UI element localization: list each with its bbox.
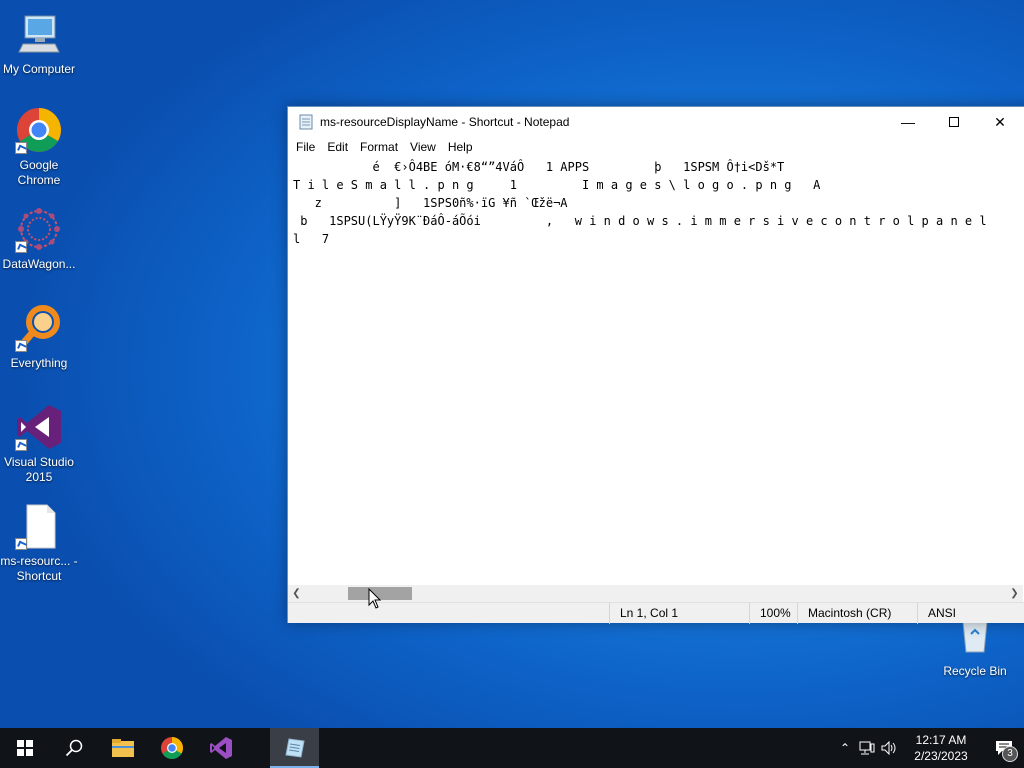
- start-icon: [16, 740, 33, 756]
- desktop-icon-my-computer[interactable]: My Computer: [0, 10, 78, 77]
- everything-search-icon: [15, 304, 63, 352]
- horizontal-scrollbar[interactable]: ❮ ❯: [288, 585, 1023, 602]
- menu-help[interactable]: Help: [442, 140, 479, 154]
- clock-date: 2/23/2023: [914, 749, 968, 763]
- shortcut-arrow-icon: [15, 439, 27, 451]
- desktop-icon-visual-studio[interactable]: Visual Studio 2015: [0, 403, 78, 485]
- desktop-icon-label: ms-resourc... - Shortcut: [0, 554, 78, 583]
- scroll-left-icon[interactable]: ❮: [288, 585, 305, 602]
- menu-edit[interactable]: Edit: [321, 140, 354, 154]
- notepad-icon: [284, 738, 305, 758]
- notepad-icon: [299, 114, 313, 130]
- show-hidden-icons-button[interactable]: ⌃: [834, 728, 856, 768]
- visual-studio-icon: [209, 737, 232, 759]
- desktop-icon-ms-resource-shortcut[interactable]: ms-resourc... - Shortcut: [0, 502, 78, 584]
- action-center-button[interactable]: 3: [984, 728, 1024, 768]
- network-icon: [859, 741, 875, 755]
- desktop-icon-label: Recycle Bin: [943, 664, 1007, 678]
- chevron-up-icon: ⌃: [839, 741, 851, 755]
- system-tray: ⌃ 12:17 AM 2/23/2023 3: [834, 728, 1024, 768]
- status-line-ending: Macintosh (CR): [797, 603, 917, 624]
- desktop-icon-label: Google Chrome: [17, 158, 61, 187]
- close-icon: ✕: [994, 113, 1006, 130]
- menu-bar: File Edit Format View Help: [288, 137, 1024, 157]
- maximize-button[interactable]: [931, 107, 977, 137]
- search-button[interactable]: [49, 728, 98, 768]
- mouse-cursor-icon: [368, 588, 382, 609]
- menu-file[interactable]: File: [290, 140, 321, 154]
- desktop-icon-label: DataWagon...: [2, 257, 76, 271]
- volume-button[interactable]: [878, 728, 900, 768]
- taskbar-file-explorer[interactable]: [98, 728, 147, 768]
- status-zoom: 100%: [749, 603, 797, 624]
- shortcut-arrow-icon: [15, 241, 27, 253]
- taskbar-chrome[interactable]: [147, 728, 196, 768]
- chrome-icon: [160, 737, 183, 759]
- visual-studio-icon: [15, 403, 63, 451]
- computer-icon: [15, 10, 63, 58]
- desktop-icon-google-chrome[interactable]: Google Chrome: [0, 106, 78, 188]
- start-button[interactable]: [0, 728, 49, 768]
- notepad-window[interactable]: ms-resourceDisplayName - Shortcut - Note…: [287, 106, 1024, 624]
- shortcut-arrow-icon: [15, 142, 27, 154]
- desktop-icon-datawagon[interactable]: DataWagon...: [0, 205, 78, 272]
- status-encoding: ANSI: [917, 603, 1024, 624]
- datawagon-icon: [15, 205, 63, 253]
- taskbar-notepad[interactable]: [270, 728, 319, 768]
- maximize-icon: [949, 117, 959, 127]
- clock-time: 12:17 AM: [915, 733, 967, 747]
- file-explorer-icon: [111, 739, 134, 757]
- close-button[interactable]: ✕: [977, 107, 1023, 137]
- scroll-right-icon[interactable]: ❯: [1006, 585, 1023, 602]
- network-button[interactable]: [856, 728, 878, 768]
- menu-format[interactable]: Format: [354, 140, 404, 154]
- clock[interactable]: 12:17 AM 2/23/2023: [906, 732, 976, 764]
- menu-view[interactable]: View: [404, 140, 442, 154]
- minimize-icon: —: [901, 114, 915, 130]
- shortcut-arrow-icon: [15, 538, 27, 550]
- minimize-button[interactable]: —: [885, 107, 931, 137]
- shortcut-arrow-icon: [15, 340, 27, 352]
- desktop-icon-label: Visual Studio 2015: [4, 455, 74, 484]
- file-icon: [15, 502, 63, 550]
- desktop-icon-everything[interactable]: Everything: [0, 304, 78, 371]
- notification-count-badge: 3: [1002, 746, 1018, 762]
- search-icon: [65, 739, 82, 757]
- notepad-titlebar[interactable]: ms-resourceDisplayName - Shortcut - Note…: [288, 107, 1024, 137]
- window-title: ms-resourceDisplayName - Shortcut - Note…: [320, 115, 570, 129]
- chrome-icon: [15, 106, 63, 154]
- desktop-icon-label: Everything: [10, 356, 68, 370]
- status-bar: Ln 1, Col 1 100% Macintosh (CR) ANSI: [288, 602, 1024, 624]
- taskbar-visual-studio[interactable]: [196, 728, 245, 768]
- taskbar: ⌃ 12:17 AM 2/23/2023 3: [0, 728, 1024, 768]
- status-position: Ln 1, Col 1: [609, 603, 749, 624]
- volume-icon: [881, 741, 896, 755]
- text-editor[interactable]: é €›Ô4BE óM·€8“”4VáÔ 1 APPS þ 1SPSM Ô†i<…: [288, 158, 1024, 585]
- desktop-icon-label: My Computer: [2, 62, 76, 76]
